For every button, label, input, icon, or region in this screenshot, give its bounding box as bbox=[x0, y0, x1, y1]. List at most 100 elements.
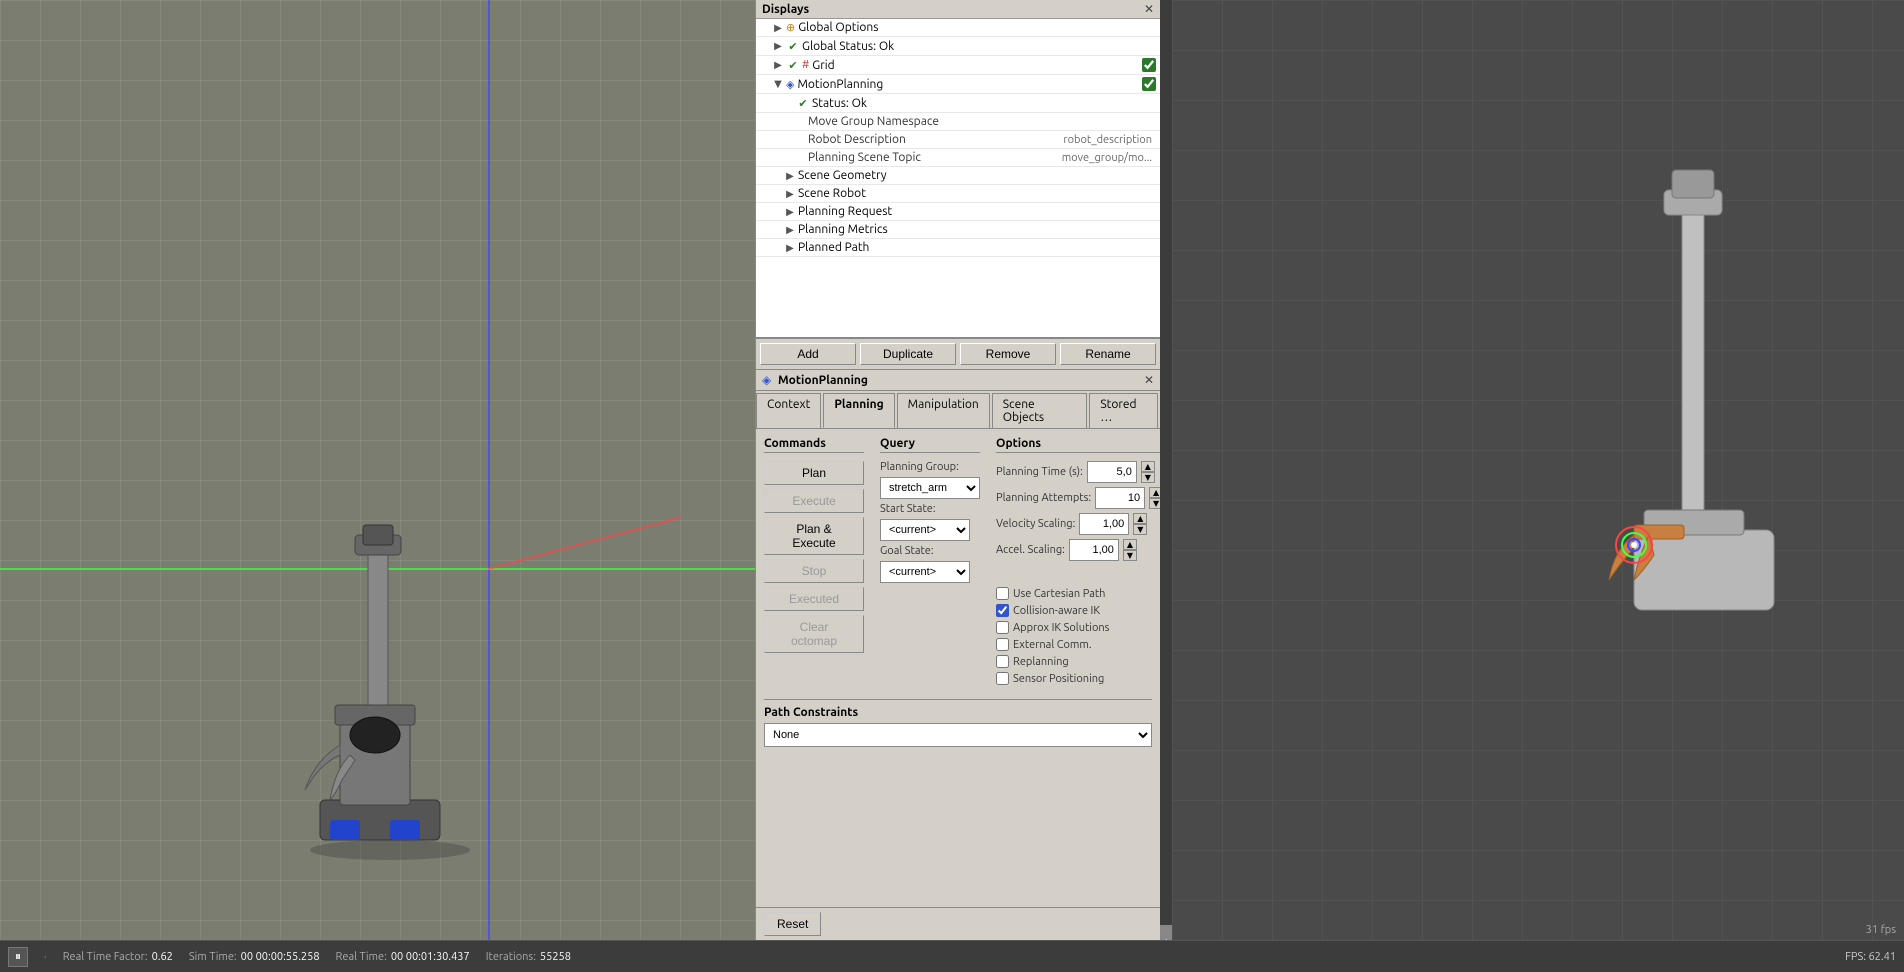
icon-grid: # bbox=[802, 59, 809, 71]
arrow-motion-planning[interactable]: ▼ bbox=[772, 78, 784, 90]
label-status-ok: Status: Ok bbox=[812, 97, 1156, 110]
displays-close-btn[interactable]: ✕ bbox=[1144, 2, 1154, 16]
arrow-planning-metrics[interactable]: ▶ bbox=[784, 224, 796, 236]
commands-section: Commands Plan Execute Plan & Execute Sto… bbox=[764, 437, 864, 687]
planning-attempts-row: Planning Attempts: ▲ ▼ bbox=[996, 487, 1160, 509]
goal-state-select[interactable]: <current> bbox=[880, 561, 970, 583]
displays-spacer bbox=[756, 257, 1160, 337]
plan-execute-button[interactable]: Plan & Execute bbox=[764, 517, 864, 555]
rename-button[interactable]: Rename bbox=[1060, 343, 1156, 365]
tree-item-planning-request[interactable]: ▶ Planning Request bbox=[756, 203, 1160, 221]
widget-title: MotionPlanning bbox=[778, 374, 868, 387]
planning-time-input[interactable] bbox=[1087, 461, 1137, 483]
tree-item-planning-metrics[interactable]: ▶ Planning Metrics bbox=[756, 221, 1160, 239]
sim-time-item: Sim Time: 00 00:00:55.258 bbox=[189, 951, 320, 963]
arrow-global-options[interactable]: ▶ bbox=[772, 22, 784, 34]
executed-button[interactable]: Executed bbox=[764, 587, 864, 611]
arrow-planning-request[interactable]: ▶ bbox=[784, 206, 796, 218]
stop-button[interactable]: Stop bbox=[764, 559, 864, 583]
label-grid: Grid bbox=[812, 59, 1138, 72]
label-planning-scene-topic: Planning Scene Topic bbox=[760, 151, 1062, 164]
path-constraints-dropdown[interactable]: None bbox=[764, 723, 1152, 747]
tree-item-global-status[interactable]: ▶ ✔ Global Status: Ok bbox=[756, 37, 1160, 56]
label-planning-metrics: Planning Metrics bbox=[798, 223, 1156, 236]
tab-manipulation[interactable]: Manipulation bbox=[897, 393, 990, 428]
velocity-scaling-input[interactable] bbox=[1079, 513, 1129, 535]
arrow-planned-path[interactable]: ▶ bbox=[784, 242, 796, 254]
add-button[interactable]: Add bbox=[760, 343, 856, 365]
duplicate-button[interactable]: Duplicate bbox=[860, 343, 956, 365]
velocity-scaling-down[interactable]: ▼ bbox=[1133, 524, 1147, 535]
motion-planning-widget: ◈ MotionPlanning ✕ Context Planning Mani… bbox=[756, 370, 1160, 940]
status-bar: ⏸ · Real Time Factor: 0.62 Sim Time: 00 … bbox=[0, 940, 1904, 972]
arrow-scene-geometry[interactable]: ▶ bbox=[784, 170, 796, 182]
velocity-scaling-row: Velocity Scaling: ▲ ▼ bbox=[996, 513, 1160, 535]
start-state-select-row: <current> bbox=[880, 519, 980, 541]
displays-panel: Displays ✕ ▶ ⊕ Global Options ▶ ✔ Global… bbox=[756, 0, 1160, 339]
path-constraints-section: Path Constraints None bbox=[764, 699, 1152, 747]
tree-item-motion-planning[interactable]: ▼ ◈ MotionPlanning bbox=[756, 75, 1160, 94]
collision-aware-ik-checkbox[interactable] bbox=[996, 604, 1009, 617]
accel-scaling-label: Accel. Scaling: bbox=[996, 544, 1065, 556]
value-planning-scene-topic: move_group/mo... bbox=[1062, 152, 1156, 164]
tree-item-planned-path[interactable]: ▶ Planned Path bbox=[756, 239, 1160, 257]
tab-stored-states[interactable]: Stored​… bbox=[1089, 393, 1158, 428]
use-cartesian-path-label: Use Cartesian Path bbox=[1013, 588, 1105, 600]
label-motion-planning: MotionPlanning bbox=[797, 78, 1138, 91]
property-planning-scene-topic: Planning Scene Topic move_group/mo... bbox=[756, 149, 1160, 167]
external-comm-checkbox[interactable] bbox=[996, 638, 1009, 651]
query-title: Query bbox=[880, 437, 980, 453]
collapse-arrow[interactable]: ‹ bbox=[1160, 925, 1172, 940]
checkbox-motion-planning[interactable] bbox=[1142, 77, 1156, 91]
check-status-ok: ✔ bbox=[796, 96, 810, 110]
real-time-factor-label: Real Time Factor: bbox=[63, 951, 148, 963]
clear-octomap-button[interactable]: Clear octomap bbox=[764, 615, 864, 653]
plan-button[interactable]: Plan bbox=[764, 461, 864, 485]
planning-time-up[interactable]: ▲ bbox=[1141, 461, 1155, 472]
tab-content-main-row: Commands Plan Execute Plan & Execute Sto… bbox=[764, 437, 1152, 687]
accel-scaling-down[interactable]: ▼ bbox=[1123, 550, 1137, 561]
planning-group-select[interactable]: stretch_arm bbox=[880, 477, 980, 499]
use-cartesian-path-checkbox[interactable] bbox=[996, 587, 1009, 600]
label-robot-description: Robot Description bbox=[760, 133, 1063, 146]
approx-ik-checkbox[interactable] bbox=[996, 621, 1009, 634]
widget-close-btn[interactable]: ✕ bbox=[1144, 373, 1154, 387]
arrow-scene-robot[interactable]: ▶ bbox=[784, 188, 796, 200]
tree-item-scene-robot[interactable]: ▶ Scene Robot bbox=[756, 185, 1160, 203]
bottom-bar: Reset bbox=[756, 907, 1160, 940]
iterations-item: Iterations: 55258 bbox=[486, 951, 571, 963]
remove-button[interactable]: Remove bbox=[960, 343, 1056, 365]
planning-time-arrows: ▲ ▼ bbox=[1141, 461, 1155, 483]
collision-aware-ik-label: Collision-aware IK bbox=[1013, 605, 1100, 617]
checkbox-grid[interactable] bbox=[1142, 58, 1156, 72]
planning-attempts-up[interactable]: ▲ bbox=[1149, 487, 1160, 498]
start-state-row: Start State: bbox=[880, 503, 980, 515]
velocity-scaling-up[interactable]: ▲ bbox=[1133, 513, 1147, 524]
planning-attempts-arrows: ▲ ▼ bbox=[1149, 487, 1160, 509]
arrow-grid[interactable]: ▶ bbox=[772, 59, 784, 71]
planning-time-down[interactable]: ▼ bbox=[1141, 472, 1155, 483]
tree-item-global-options[interactable]: ▶ ⊕ Global Options bbox=[756, 19, 1160, 37]
start-state-select[interactable]: <current> bbox=[880, 519, 970, 541]
execute-button[interactable]: Execute bbox=[764, 489, 864, 513]
planning-attempts-down[interactable]: ▼ bbox=[1149, 498, 1160, 509]
reset-button[interactable]: Reset bbox=[764, 912, 821, 936]
planning-attempts-input[interactable] bbox=[1095, 487, 1145, 509]
accel-scaling-up[interactable]: ▲ bbox=[1123, 539, 1137, 550]
tab-context[interactable]: Context bbox=[756, 393, 821, 428]
goal-state-row: Goal State: bbox=[880, 545, 980, 557]
replanning-checkbox[interactable] bbox=[996, 655, 1009, 668]
tree-item-grid[interactable]: ▶ ✔ # Grid bbox=[756, 56, 1160, 75]
tree-item-status-ok: ✔ Status: Ok bbox=[756, 94, 1160, 113]
tab-scene-objects[interactable]: Scene Objects bbox=[992, 393, 1088, 428]
pause-button[interactable]: ⏸ bbox=[8, 947, 28, 967]
accel-scaling-input[interactable] bbox=[1069, 539, 1119, 561]
arrow-global-status[interactable]: ▶ bbox=[772, 40, 784, 52]
replanning-row: Replanning bbox=[996, 653, 1160, 670]
options-section: Options Planning Time (s): ▲ ▼ Planning … bbox=[996, 437, 1160, 687]
goal-state-select-row: <current> bbox=[880, 561, 980, 583]
tab-planning[interactable]: Planning bbox=[823, 393, 894, 428]
velocity-scaling-label: Velocity Scaling: bbox=[996, 518, 1075, 530]
sensor-positioning-checkbox[interactable] bbox=[996, 672, 1009, 685]
tree-item-scene-geometry[interactable]: ▶ Scene Geometry bbox=[756, 167, 1160, 185]
